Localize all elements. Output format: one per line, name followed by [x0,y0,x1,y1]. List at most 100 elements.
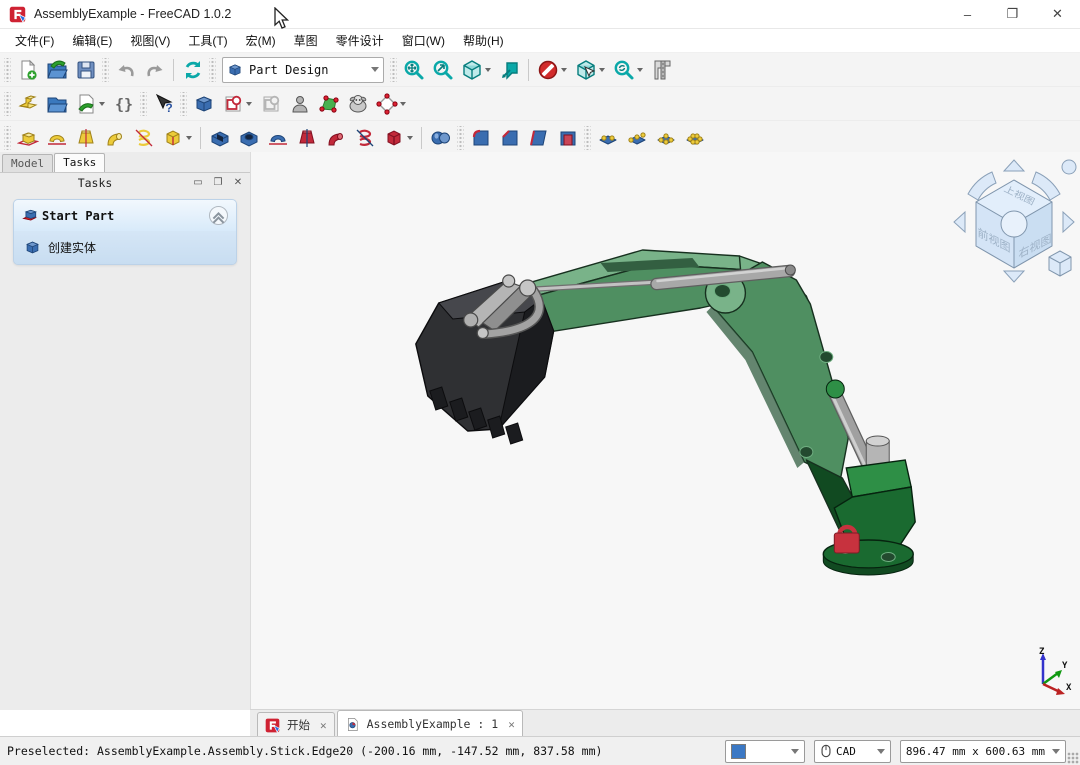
revolution-button[interactable] [42,123,71,152]
dock-tab-model[interactable]: Model [2,154,53,172]
menu-help[interactable]: 帮助(H) [454,30,513,51]
mdi-tab-assembly[interactable]: AssemblyExample : 1✕ [337,710,523,737]
thickness-button[interactable] [553,123,582,152]
fit-all-button[interactable] [399,55,428,84]
nav-arrow-left[interactable] [954,212,965,232]
toolbar-drag-handle[interactable] [180,92,187,116]
nav-mini-cube[interactable] [1049,251,1071,276]
expression-button[interactable]: {} [109,89,138,118]
create-sketch-button[interactable] [218,89,256,118]
axonometric-view-button[interactable] [457,55,495,84]
toolbar-drag-handle[interactable] [102,58,109,82]
zoom-sync-button[interactable] [609,55,647,84]
toolbar-drag-handle[interactable] [140,92,147,116]
nav-circle-button[interactable] [1062,160,1076,174]
undo-button[interactable] [111,55,140,84]
create-body-button[interactable] [189,89,218,118]
pad-button[interactable] [13,123,42,152]
subtractive-helix-button[interactable] [350,123,379,152]
additive-loft-button[interactable] [71,123,100,152]
whats-this-button[interactable]: ? [149,89,178,118]
nav-arrow-down[interactable] [1004,271,1024,282]
menu-macro[interactable]: 宏(M) [237,30,285,51]
mirrored-button[interactable] [593,123,622,152]
nav-arrow-up[interactable] [1004,160,1024,171]
draw-style-button[interactable] [533,55,571,84]
menu-window[interactable]: 窗口(W) [393,30,454,51]
render-style-selector[interactable] [725,740,805,763]
create-group-button[interactable] [42,89,71,118]
toolbar-drag-handle[interactable] [4,126,11,150]
navigation-style-selector[interactable]: CAD [814,740,891,763]
close-button[interactable]: ✕ [1035,0,1080,28]
polar-pattern-button[interactable] [651,123,680,152]
nav-arrow-right[interactable] [1063,212,1074,232]
save-file-button[interactable] [71,55,100,84]
map-sketch-button[interactable] [314,89,343,118]
shape-binder-button[interactable] [343,89,372,118]
measure-button[interactable] [647,55,676,84]
window-resize-grip[interactable] [1067,752,1079,764]
panel-float-button[interactable]: ▭ [190,176,206,190]
menu-file[interactable]: 文件(F) [6,30,63,51]
refresh-button[interactable] [178,55,207,84]
selection-view-button[interactable] [571,55,609,84]
pocket-button[interactable] [205,123,234,152]
menu-view[interactable]: 视图(V) [121,30,179,51]
subtractive-primitive-button[interactable] [379,123,417,152]
dock-tab-tasks[interactable]: Tasks [54,153,105,172]
groove-button[interactable] [263,123,292,152]
cube-corner[interactable] [1001,211,1027,237]
subtractive-pipe-button[interactable] [321,123,350,152]
menu-partdesign[interactable]: 零件设计 [327,30,393,51]
fillet-button[interactable] [466,123,495,152]
tab-close-icon[interactable]: ✕ [320,719,327,732]
menu-tools[interactable]: 工具(T) [179,30,236,51]
subtractive-loft-button[interactable] [292,123,321,152]
tab-close-icon[interactable]: ✕ [508,718,515,731]
toolbar-drag-handle[interactable] [4,92,11,116]
linear-pattern-button[interactable] [622,123,651,152]
start-part-header[interactable]: Start Part [14,200,236,231]
toolbar-drag-handle[interactable] [390,58,397,82]
menu-sketch[interactable]: 草图 [285,30,327,51]
minimize-button[interactable]: – [945,0,990,28]
additive-pipe-button[interactable] [100,123,129,152]
toolbar-drag-handle[interactable] [209,58,216,82]
navigation-cube[interactable]: 上视图 前视图 右视图 [950,158,1078,286]
toolbar-row-partdesign [0,121,1080,155]
create-solid-task-item[interactable]: 创建实体 [14,231,236,264]
maximize-button[interactable]: ❐ [990,0,1035,28]
view-dimensions-selector[interactable]: 896.47 mm x 600.63 mm [900,740,1066,763]
collapse-chevron-icon[interactable] [209,206,228,225]
boolean-button[interactable] [426,123,455,152]
fit-selection-button[interactable] [428,55,457,84]
freecad-logo-icon [9,6,26,23]
make-link-button[interactable] [71,89,109,118]
panel-restore-button[interactable]: ❐ [210,176,226,190]
toolbar-drag-handle[interactable] [584,126,591,150]
panel-close-button[interactable]: ✕ [230,176,246,190]
create-datum-button[interactable] [372,89,410,118]
menu-edit[interactable]: 编辑(E) [63,30,121,51]
hole-button[interactable] [234,123,263,152]
toolbar-drag-handle[interactable] [457,126,464,150]
redo-button[interactable] [140,55,169,84]
edit-sketch-button[interactable] [256,89,285,118]
3d-viewport[interactable]: 上视图 前视图 右视图 Z Y X [251,152,1080,710]
mdi-tab-start[interactable]: 开始✕ [257,712,335,737]
draft-button[interactable] [524,123,553,152]
additive-primitive-button[interactable] [158,123,196,152]
align-view-button[interactable] [495,55,524,84]
thickness-icon [557,127,579,149]
additive-primitive-icon [162,127,184,149]
create-part-button[interactable] [13,89,42,118]
toolbar-drag-handle[interactable] [4,58,11,82]
open-file-button[interactable] [42,55,71,84]
chamfer-button[interactable] [495,123,524,152]
additive-helix-button[interactable] [129,123,158,152]
multitransform-button[interactable] [680,123,709,152]
validate-sketch-button[interactable] [285,89,314,118]
new-file-button[interactable] [13,55,42,84]
workbench-selector[interactable]: Part Design [222,57,384,83]
